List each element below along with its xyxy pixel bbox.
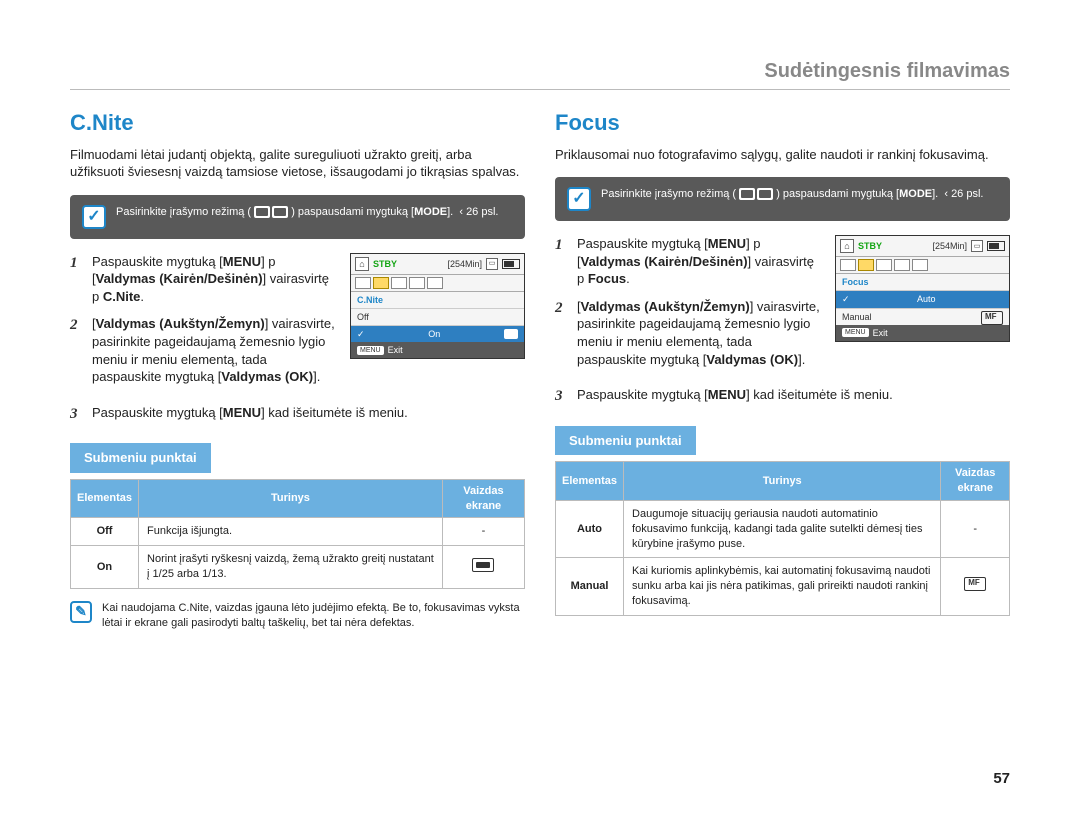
lcd-tabs [836,257,1009,274]
submenu-heading-right: Submeniu punktai [555,426,696,456]
th-display: Vaizdas ekrane [941,462,1010,501]
breadcrumb: Sudėtingesnis filmavimas [70,60,1010,90]
mode-text-left: Pasirinkite įrašymo režimą ( ) paspausda… [116,205,513,220]
table-row: Manual Kai kuriomis aplinkybėmis, kai au… [556,558,1010,616]
exit-label: Exit [388,344,403,356]
submenu-heading-left: Submeniu punktai [70,443,211,473]
lcd-tabs [351,275,524,292]
lcd-item-manual: Manual [836,308,1009,325]
manual-focus-display-icon [964,577,986,591]
th-content: Turinys [624,462,941,501]
mode-select-box-right: ✓ Pasirinkite įrašymo režimą ( ) paspaus… [555,177,1010,221]
lcd-item-auto: Auto [836,290,1009,307]
step-3-right: 3 Paspauskite mygtuką [MENU] kad išeitum… [555,386,1010,404]
step-1-left: 1 Paspauskite mygtuką [MENU] p [Valdymas… [70,253,338,306]
check-icon: ✓ [567,187,591,211]
footnote-left: ✎ Kai naudojama C.Nite, vaizdas įgauna l… [70,601,525,631]
lcd-item-off: Off [351,308,524,325]
step-2-right: 2 [Valdymas (Aukštyn/Žemyn)] vairasvirte… [555,298,823,368]
time-remaining: [254Min] [447,258,482,270]
info-icon: ✎ [70,601,92,623]
sd-icon: ▭ [486,258,498,270]
mode-text-right: Pasirinkite įrašymo režimą ( ) paspausda… [601,187,998,202]
section-title-cnite: C.Nite [70,108,525,138]
section-title-focus: Focus [555,108,1010,138]
focus-intro: Priklausomai nuo fotografavimo sąlygų, g… [555,146,1010,164]
submenu-table-left: Elementas Turinys Vaizdas ekrane Off Fun… [70,479,525,589]
footnote-text: Kai naudojama C.Nite, vaizdas įgauna lėt… [102,601,525,631]
lcd-item-on: On [351,325,524,342]
mode-icons [254,206,288,218]
lcd-preview-left: ⌂ STBY [254Min] ▭ C.Nite Off On [350,253,525,360]
table-row: Off Funkcija išjungta. - [71,518,525,546]
lcd-menu-title: Focus [836,274,1009,290]
check-icon: ✓ [82,205,106,229]
battery-icon [987,241,1005,251]
th-element: Elementas [71,479,139,518]
page-number: 57 [993,770,1010,787]
step-1-right: 1 Paspauskite mygtuką [MENU] p [Valdymas… [555,235,823,288]
th-content: Turinys [139,479,443,518]
home-icon: ⌂ [840,239,854,253]
right-column: Focus Priklausomai nuo fotografavimo sąl… [555,108,1010,631]
submenu-table-right: Elementas Turinys Vaizdas ekrane Auto Da… [555,461,1010,616]
stby-label: STBY [858,240,882,252]
table-row: On Norint įrašyti ryškesnį vaizdą, žemą … [71,546,525,589]
table-row: Auto Daugumoje situacijų geriausia naudo… [556,500,1010,558]
step-2-left: 2 [Valdymas (Aukštyn/Žemyn)] vairasvirte… [70,315,338,385]
exit-label: Exit [873,327,888,339]
lcd-preview-right: ⌂ STBY [254Min] ▭ Focus Auto Manual [835,235,1010,342]
manual-focus-icon [981,311,1003,325]
left-column: C.Nite Filmuodami lėtai judantį objektą,… [70,108,525,631]
menu-exit-button: MENU [842,328,869,337]
cnite-intro: Filmuodami lėtai judantį objektą, galite… [70,146,525,181]
cnite-on-icon [504,329,518,339]
th-element: Elementas [556,462,624,501]
cnite-display-icon [472,558,494,572]
sd-icon: ▭ [971,240,983,252]
time-remaining: [254Min] [932,240,967,252]
battery-icon [502,259,520,269]
step-3-left: 3 Paspauskite mygtuką [MENU] kad išeitum… [70,404,525,422]
th-display: Vaizdas ekrane [442,479,524,518]
lcd-menu-title: C.Nite [351,292,524,308]
mode-select-box-left: ✓ Pasirinkite įrašymo režimą ( ) paspaus… [70,195,525,239]
mode-icons [739,188,773,200]
menu-exit-button: MENU [357,346,384,355]
stby-label: STBY [373,258,397,270]
home-icon: ⌂ [355,257,369,271]
